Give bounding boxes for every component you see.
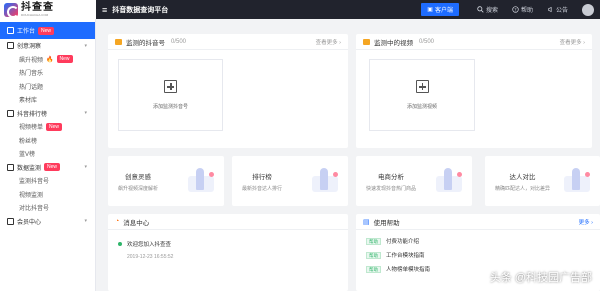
group-icon bbox=[7, 42, 14, 50]
add-account-button[interactable]: 添加监测抖音号 bbox=[118, 59, 223, 131]
sidebar-item-3[interactable]: 热门话题 bbox=[0, 80, 95, 94]
search-icon bbox=[477, 6, 484, 13]
add-video-label: 添加监测视频 bbox=[406, 104, 437, 110]
feature-card-inspiration[interactable]: 创意灵感 飙升视频深度解析 bbox=[108, 156, 224, 206]
view-more-link[interactable]: 查看更多 › bbox=[560, 38, 585, 46]
bell-icon: ◔ bbox=[115, 218, 120, 225]
plus-icon bbox=[415, 80, 429, 93]
sidebar-item-1[interactable]: 飙升视频 🔥 New bbox=[0, 53, 95, 67]
sidebar-item-12[interactable]: 对比抖音号 bbox=[0, 201, 95, 215]
chevron-down-icon: ▾ bbox=[84, 42, 87, 49]
new-badge: New bbox=[46, 122, 63, 131]
client-download-button[interactable]: ▣ 客户端 bbox=[421, 3, 459, 16]
card-title: 消息中心 bbox=[123, 219, 150, 227]
logo-icon bbox=[4, 2, 19, 18]
message-item[interactable]: 欢迎您加入抖查查 bbox=[108, 240, 348, 248]
folder-icon bbox=[115, 38, 122, 45]
card-title: 监测的抖音号 bbox=[126, 39, 165, 47]
unread-dot-icon bbox=[118, 242, 122, 246]
add-account-label: 添加监测抖音号 bbox=[152, 104, 188, 110]
sidebar-item-7[interactable]: 粉丝榜 bbox=[0, 134, 95, 148]
sidebar-item-10[interactable]: 监测抖音号 bbox=[0, 174, 95, 188]
search-link[interactable]: 搜索 bbox=[477, 5, 498, 14]
inspiration-illustration-icon bbox=[186, 166, 216, 196]
menu-toggle-icon[interactable]: ≡ bbox=[102, 5, 107, 15]
card-count: 0/500 bbox=[171, 38, 187, 45]
sidebar-item-0[interactable]: 创意洞察 ▾ bbox=[0, 39, 95, 53]
folder-icon bbox=[363, 38, 370, 45]
help-item[interactable]: 帮助 付费功能介绍 bbox=[356, 234, 600, 248]
chevron-down-icon: ▾ bbox=[84, 218, 87, 225]
sidebar-item-9[interactable]: 数据监测 New ▾ bbox=[0, 161, 95, 175]
add-video-button[interactable]: 添加监测视频 bbox=[369, 59, 475, 131]
message-center-card: ◔ 消息中心 欢迎您加入抖查查 2019-12-23 16:55:52 bbox=[108, 214, 348, 291]
monitor-icon: ▣ bbox=[427, 7, 433, 13]
sidebar-item-13[interactable]: 会员中心 ▾ bbox=[0, 215, 95, 229]
message-time: 2019-12-23 16:55:52 bbox=[127, 254, 174, 260]
ranking-illustration-icon bbox=[310, 166, 340, 196]
sidebar: 工作台 New 创意洞察 ▾ 飙升视频 🔥 New 热门音乐 热门话题 素材库 抖音排行榜 ▾ 视频… bbox=[0, 19, 96, 291]
sidebar-item-11[interactable]: 视频监测 bbox=[0, 188, 95, 202]
help-more-link[interactable]: 更多 › bbox=[579, 218, 593, 226]
view-more-link[interactable]: 查看更多 › bbox=[316, 38, 341, 46]
feature-card-ranking[interactable]: 排行榜 最新抖音达人排行 bbox=[232, 156, 348, 206]
help-icon: ? bbox=[512, 6, 519, 13]
plus-icon bbox=[164, 80, 177, 93]
ecommerce-illustration-icon bbox=[434, 166, 464, 196]
card-count: 0/500 bbox=[419, 38, 435, 45]
notice-icon bbox=[548, 6, 552, 13]
monitor-accounts-card: 监测的抖音号 0/500 查看更多 › 添加监测抖音号 bbox=[108, 34, 348, 148]
compare-illustration-icon bbox=[562, 166, 592, 196]
new-badge: New bbox=[56, 55, 73, 64]
help-tag: 帮助 bbox=[366, 237, 381, 245]
notice-link[interactable]: 公告 bbox=[547, 5, 568, 14]
help-tag: 帮助 bbox=[366, 251, 381, 259]
card-title: 使用帮助 bbox=[373, 219, 400, 227]
monitor-videos-card: 监测中的视频 0/500 查看更多 › 添加监测视频 bbox=[356, 34, 592, 148]
chevron-down-icon: ▾ bbox=[84, 164, 87, 171]
feature-card-compare[interactable]: 达人对比 精确匹配达人，对比差异 bbox=[485, 156, 600, 206]
fire-icon: 🔥 bbox=[46, 56, 54, 63]
logo-subtitle: DOUCHACHA.COM bbox=[21, 12, 49, 17]
new-badge: New bbox=[44, 163, 61, 172]
group-icon bbox=[7, 217, 14, 225]
new-badge: New bbox=[38, 26, 55, 35]
top-bar: 抖查查 DOUCHACHA.COM ≡ 抖音数据查询平台 ▣ 客户端 搜索 ? … bbox=[0, 0, 600, 19]
group-icon bbox=[7, 109, 14, 117]
watermark: 头条 @科技园广告部 bbox=[489, 272, 592, 284]
group-icon bbox=[7, 163, 14, 171]
sidebar-item-8[interactable]: 蓝V榜 bbox=[0, 147, 95, 161]
help-item[interactable]: 帮助 工作台模块指南 bbox=[356, 248, 600, 262]
avatar[interactable] bbox=[582, 3, 594, 16]
feature-card-ecommerce[interactable]: 电商分析 快速发现抖音热门商品 bbox=[356, 156, 472, 206]
logo[interactable]: 抖查查 DOUCHACHA.COM bbox=[0, 0, 96, 19]
card-title: 监测中的视频 bbox=[374, 39, 413, 47]
workbench-icon bbox=[7, 27, 14, 34]
help-link[interactable]: ? 帮助 bbox=[512, 5, 533, 14]
help-book-icon: ▤ bbox=[363, 218, 370, 226]
platform-title: 抖音数据查询平台 bbox=[112, 6, 169, 14]
sidebar-item-6[interactable]: 视频榜单 New bbox=[0, 120, 95, 134]
sidebar-item-4[interactable]: 素材库 bbox=[0, 93, 95, 107]
svg-text:?: ? bbox=[514, 7, 516, 12]
sidebar-item-workbench[interactable]: 工作台 New bbox=[0, 22, 95, 39]
sidebar-item-2[interactable]: 热门音乐 bbox=[0, 66, 95, 80]
sidebar-item-5[interactable]: 抖音排行榜 ▾ bbox=[0, 107, 95, 121]
help-tag: 帮助 bbox=[366, 265, 381, 273]
chevron-down-icon: ▾ bbox=[84, 110, 87, 117]
logo-text: 抖查查 bbox=[21, 1, 54, 13]
